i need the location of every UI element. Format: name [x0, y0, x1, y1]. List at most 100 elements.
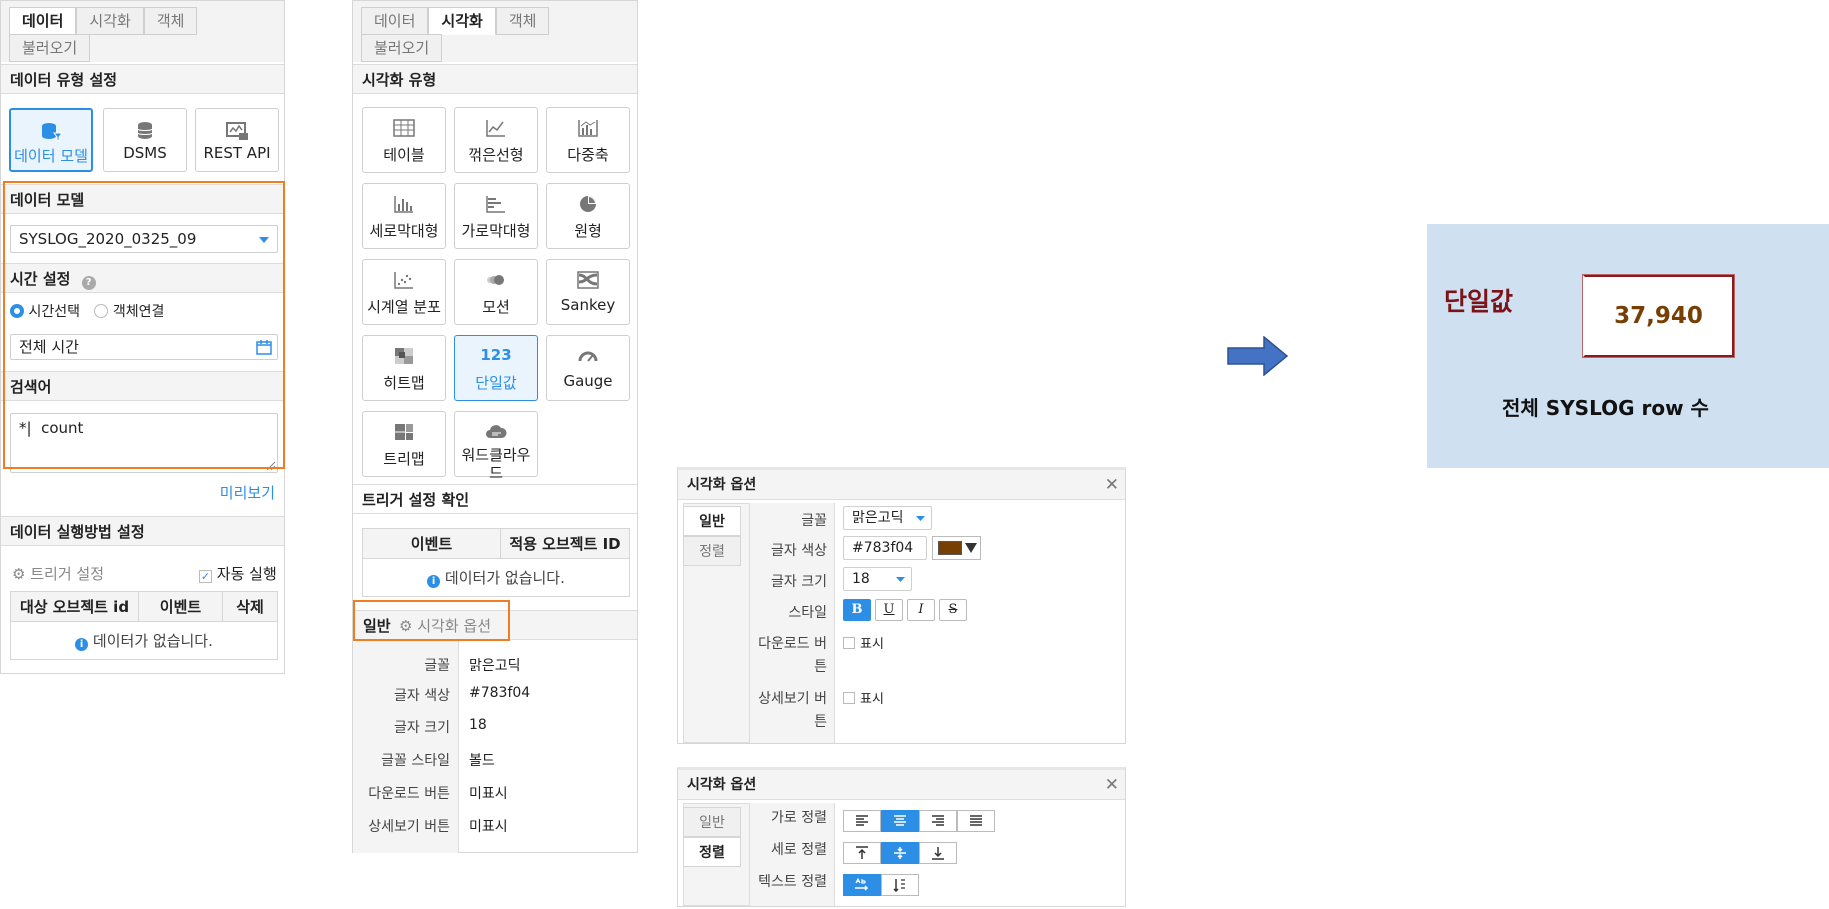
word-cloud-icon — [486, 425, 507, 438]
viz-options-dialog-align: 시각화 옵션 ✕ 일반 정렬 가로 정렬 세로 정렬 텍스트 정렬 — [677, 767, 1126, 907]
prop-color-value: #783f04 — [469, 685, 531, 701]
detail-label-line1: 상세보기 버 — [758, 691, 827, 707]
dialog-title-bar: 시각화 옵션 ✕ — [678, 770, 1125, 800]
data-settings-panel: 데이터 시각화 객체 불러오기 데이터 유형 설정 데이터 모델 DSMS RE… — [0, 0, 285, 674]
align-bottom-icon — [932, 847, 944, 860]
text-horizontal-button[interactable] — [843, 874, 881, 896]
col-delete: 삭제 — [222, 591, 278, 622]
tab-visualization[interactable]: 시각화 — [428, 7, 496, 35]
viz-bar-label: 가로막대형 — [461, 222, 531, 240]
auto-run-checkbox[interactable]: ✓ 자동 실행 — [199, 563, 277, 584]
viz-gauge-tile[interactable]: Gauge — [546, 335, 630, 401]
right-arrow-icon — [1227, 336, 1289, 376]
align-left-button[interactable] — [843, 810, 881, 832]
strikethrough-button[interactable]: S — [939, 599, 967, 621]
close-icon[interactable]: ✕ — [1105, 470, 1119, 500]
detail-show-label: 표시 — [860, 692, 884, 707]
tab-object[interactable]: 객체 — [495, 7, 550, 35]
viz-single-value-tile[interactable]: 123 단일값 — [454, 335, 538, 401]
tab-align[interactable]: 정렬 — [683, 837, 741, 867]
align-right-button[interactable] — [919, 810, 957, 832]
preview-title: 단일값 — [1444, 287, 1514, 316]
viz-sankey-tile[interactable]: Sankey — [546, 259, 630, 325]
viz-gauge-label: Gauge — [563, 372, 613, 390]
trigger-confirm-table: 이벤트 적용 오브젝트 ID i 데이터가 없습니다. — [362, 528, 630, 597]
viz-single-value-label: 단일값 — [475, 374, 517, 392]
data-source-highlight-box — [3, 181, 285, 469]
prop-style-value: 볼드 — [469, 753, 495, 769]
scatter-chart-icon — [394, 272, 413, 289]
viz-treemap-tile[interactable]: 트리맵 — [362, 411, 446, 477]
download-show-checkbox[interactable]: 표시 — [843, 633, 884, 652]
visualization-panel: 데이터 시각화 객체 불러오기 시각화 유형 테이블 꺾은선형 다중축 세로막대… — [352, 0, 638, 853]
col-event: 이벤트 — [138, 591, 223, 622]
underline-button[interactable]: U — [875, 599, 903, 621]
viz-bar-tile[interactable]: 가로막대형 — [454, 183, 538, 249]
line-chart-icon — [486, 120, 505, 137]
tab-load[interactable]: 불러오기 — [9, 34, 91, 62]
viz-timeseries-label: 시계열 분포 — [367, 298, 441, 316]
tab-general[interactable]: 일반 — [683, 506, 741, 536]
viz-timeseries-tile[interactable]: 시계열 분포 — [362, 259, 446, 325]
source-dsms-button[interactable]: DSMS — [103, 108, 187, 172]
color-label: 글자 색상 — [771, 543, 827, 559]
valign-top-button[interactable] — [843, 842, 881, 864]
text-vertical-button[interactable] — [881, 874, 919, 896]
color-input[interactable]: #783f04 — [843, 536, 927, 560]
gear-icon: ⚙ — [12, 565, 26, 583]
viz-wordcloud-tile[interactable]: 워드클라우드 — [454, 411, 538, 482]
prop-download-label: 다운로드 버튼 — [368, 786, 450, 802]
trigger-settings-link[interactable]: ⚙ 트리거 설정 — [12, 563, 104, 584]
tab-data[interactable]: 데이터 — [361, 7, 429, 35]
source-rest-api-label: REST API — [203, 144, 271, 162]
viz-pie-label: 원형 — [574, 222, 602, 240]
tab-load[interactable]: 불러오기 — [361, 34, 443, 62]
italic-button[interactable]: I — [907, 599, 935, 621]
preview-value-box: 37,940 — [1583, 275, 1734, 357]
source-dsms-label: DSMS — [123, 144, 167, 162]
source-rest-api-button[interactable]: REST API — [195, 108, 279, 172]
align-justify-icon — [970, 815, 982, 826]
detail-show-checkbox[interactable]: 표시 — [843, 688, 884, 707]
size-select[interactable]: 18 — [843, 567, 912, 591]
align-center-button[interactable] — [881, 810, 919, 832]
valign-bottom-button[interactable] — [919, 842, 957, 864]
detail-label-line2: 튼 — [814, 714, 827, 730]
bar-chart-icon — [486, 196, 505, 213]
tab-data[interactable]: 데이터 — [9, 7, 77, 35]
prop-detail-label: 상세보기 버튼 — [368, 819, 450, 835]
heatmap-icon — [395, 348, 413, 364]
tab-align[interactable]: 정렬 — [683, 536, 741, 566]
valign-middle-button[interactable] — [881, 842, 919, 864]
color-picker-button[interactable] — [932, 536, 981, 560]
checkbox-unchecked-icon — [843, 637, 855, 649]
align-justify-button[interactable] — [957, 810, 995, 832]
prop-size-label: 글자 크기 — [394, 720, 450, 736]
api-icon — [226, 122, 248, 140]
viz-line-tile[interactable]: 꺾은선형 — [454, 107, 538, 173]
font-select[interactable]: 맑은고딕 — [843, 506, 932, 530]
close-icon[interactable]: ✕ — [1105, 770, 1119, 800]
multi-axis-chart-icon — [578, 120, 598, 137]
viz-multiaxis-tile[interactable]: 다중축 — [546, 107, 630, 173]
viz-motion-tile[interactable]: 모션 — [454, 259, 538, 325]
viz-pie-tile[interactable]: 원형 — [546, 183, 630, 249]
align-middle-icon — [894, 847, 906, 859]
gauge-icon — [578, 351, 598, 362]
bold-button[interactable]: B — [843, 599, 871, 621]
tab-visualization[interactable]: 시각화 — [76, 7, 144, 35]
viz-heatmap-tile[interactable]: 히트맵 — [362, 335, 446, 401]
tab-object[interactable]: 객체 — [143, 7, 198, 35]
text-vertical-icon — [893, 879, 905, 892]
align-left-icon — [856, 815, 868, 826]
size-select-value: 18 — [852, 571, 870, 587]
source-data-model-button[interactable]: 데이터 모델 — [9, 108, 93, 172]
checkbox-checked-icon: ✓ — [199, 570, 212, 583]
viz-column-tile[interactable]: 세로막대형 — [362, 183, 446, 249]
viz-table-tile[interactable]: 테이블 — [362, 107, 446, 173]
table-empty-text: 데이터가 없습니다. — [92, 632, 213, 650]
preview-link[interactable]: 미리보기 — [220, 482, 275, 503]
database-filter-icon — [42, 123, 63, 142]
preview-value: 37,940 — [1614, 303, 1703, 329]
tab-general[interactable]: 일반 — [683, 807, 741, 837]
